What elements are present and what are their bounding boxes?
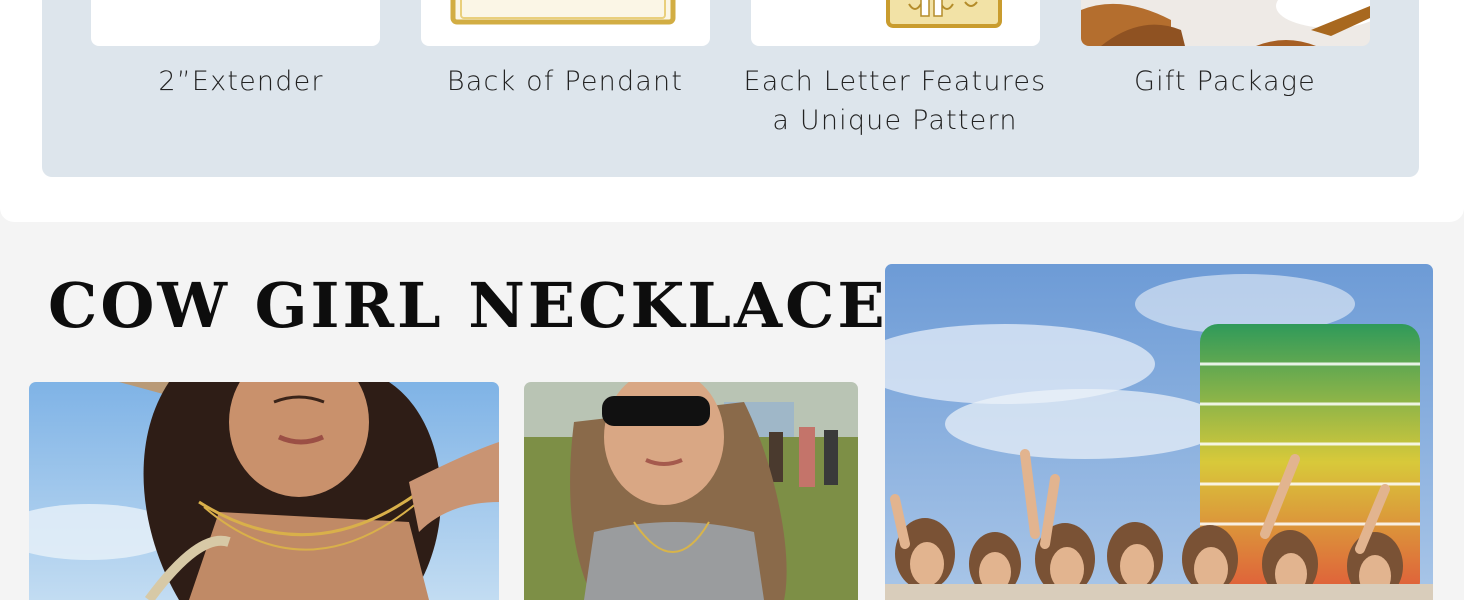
- features-panel: 2”Extender Back of Pendant Each Letter F…: [42, 0, 1419, 177]
- photo-woman-cowboy-hat: [29, 382, 499, 600]
- section-title: COW GIRL NECKLACE: [48, 269, 888, 342]
- gift-package-image: [1081, 0, 1370, 46]
- letter-pendant-image: [751, 0, 1040, 46]
- features-card: 2”Extender Back of Pendant Each Letter F…: [0, 0, 1464, 222]
- feature-caption-unique-pattern: Each Letter Features a Unique Pattern: [743, 66, 1047, 136]
- extender-image: [91, 0, 380, 46]
- photo-woman-sunglasses: [524, 382, 858, 600]
- feature-caption-pendant-back: Back of Pendant: [446, 66, 684, 97]
- feature-caption-extender: 2”Extender: [158, 66, 324, 97]
- photo-group-festival: [885, 264, 1433, 600]
- feature-caption-gift-package: Gift Package: [1133, 66, 1316, 97]
- pendant-back-image: [421, 0, 710, 46]
